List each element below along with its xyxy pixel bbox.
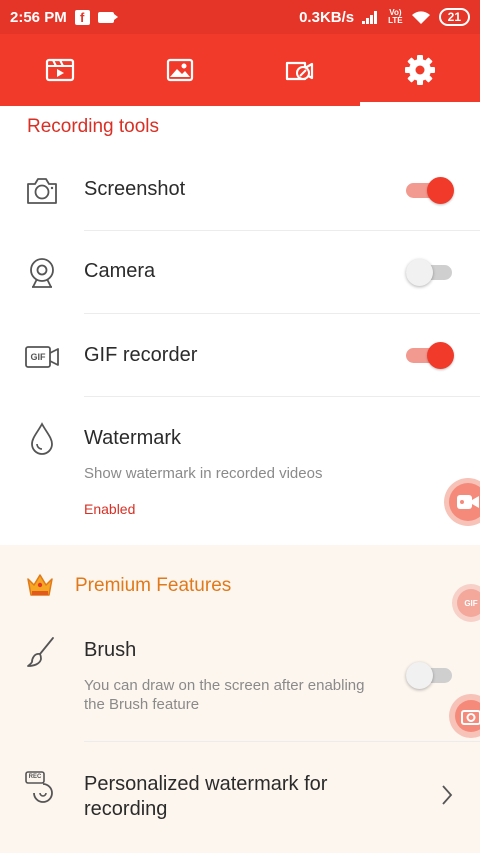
floating-camera-icon bbox=[461, 710, 480, 725]
screenshot-toggle[interactable] bbox=[406, 175, 454, 205]
rec-watermark-icon: REC bbox=[25, 770, 59, 804]
premium-features-heading: Premium Features bbox=[75, 575, 232, 596]
personalized-watermark-label-line-1: Personalized watermark for bbox=[84, 773, 328, 795]
camera-label: Camera bbox=[84, 260, 156, 282]
brush-toggle[interactable] bbox=[406, 660, 454, 690]
watermark-label: Watermark bbox=[84, 427, 182, 449]
tab-bar bbox=[0, 34, 480, 106]
facebook-notification-icon: f bbox=[74, 9, 90, 25]
signal-icon bbox=[362, 10, 378, 24]
personalized-watermark-label-line-2: recording bbox=[84, 798, 168, 820]
rec-icon-text: REC bbox=[28, 774, 42, 780]
gif-icon: GIF bbox=[25, 340, 59, 374]
personalized-watermark-row[interactable]: REC Personalized watermark for recording bbox=[0, 742, 480, 853]
status-time: 2:56 PM bbox=[10, 8, 67, 26]
video-camera-icon bbox=[457, 495, 479, 509]
screenshot-row[interactable]: Screenshot bbox=[0, 150, 480, 231]
camera-toggle[interactable] bbox=[406, 257, 454, 287]
battery-icon: 21 bbox=[438, 8, 470, 26]
status-bar: 2:56 PM f 0.3KB/s Vo) LTE 21 bbox=[0, 0, 480, 34]
brush-subtitle-line-2: the Brush feature bbox=[84, 696, 200, 713]
gif-recorder-label: GIF recorder bbox=[84, 344, 198, 366]
brush-row[interactable]: Brush You can draw on the screen after e… bbox=[0, 617, 480, 742]
crown-icon bbox=[27, 574, 53, 596]
gif-recorder-toggle[interactable] bbox=[406, 340, 454, 370]
image-icon bbox=[166, 58, 194, 82]
video-notification-icon bbox=[97, 11, 118, 23]
brush-icon bbox=[27, 637, 54, 667]
wifi-icon bbox=[411, 10, 430, 24]
screenshot-label: Screenshot bbox=[84, 178, 186, 200]
watermark-state: Enabled bbox=[84, 501, 136, 517]
volte-icon: Vo) LTE bbox=[388, 8, 403, 25]
camera-row[interactable]: Camera bbox=[0, 231, 480, 314]
gif-recorder-row[interactable]: GIF GIF recorder bbox=[0, 314, 480, 397]
tab-video-edit[interactable] bbox=[240, 34, 360, 106]
gear-icon bbox=[405, 55, 435, 85]
network-speed: 0.3KB/s bbox=[299, 8, 355, 26]
floating-gif-text: GIF bbox=[464, 598, 478, 608]
recording-tools-heading: Recording tools bbox=[27, 116, 160, 137]
tab-images[interactable] bbox=[120, 34, 240, 106]
drop-icon bbox=[31, 422, 53, 455]
watermark-row[interactable]: Watermark Show watermark in recorded vid… bbox=[0, 397, 480, 545]
chevron-right-icon bbox=[442, 785, 453, 805]
tab-videos[interactable] bbox=[0, 34, 120, 106]
camera-icon bbox=[27, 178, 57, 204]
brush-subtitle-line-1: You can draw on the screen after enablin… bbox=[84, 677, 365, 694]
webcam-icon bbox=[30, 258, 54, 288]
brush-label: Brush bbox=[84, 639, 137, 661]
gif-icon-text: GIF bbox=[30, 352, 46, 362]
watermark-subtitle: Show watermark in recorded videos bbox=[84, 465, 323, 482]
tab-settings[interactable] bbox=[360, 34, 480, 106]
video-edit-icon bbox=[285, 61, 314, 81]
video-list-icon bbox=[45, 58, 75, 82]
